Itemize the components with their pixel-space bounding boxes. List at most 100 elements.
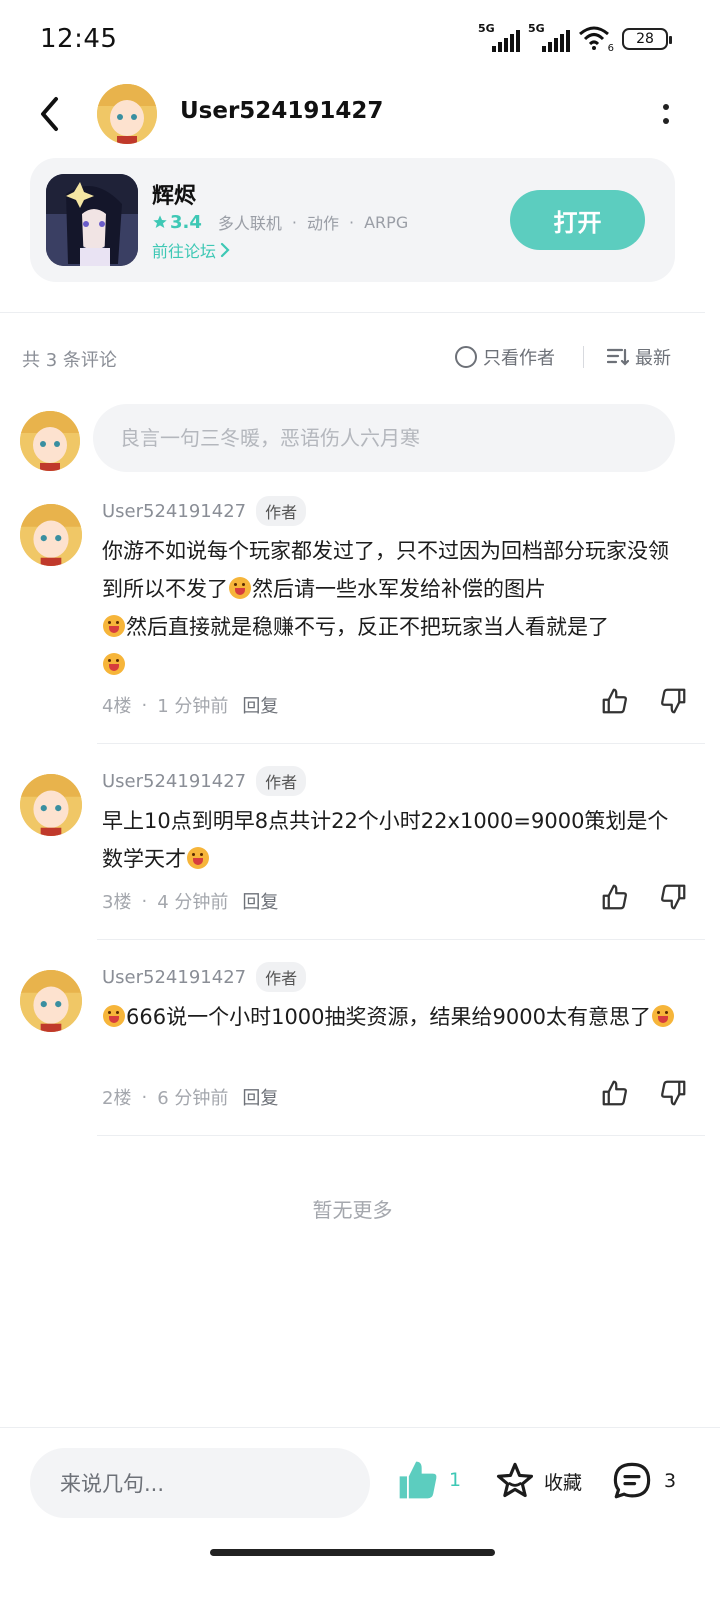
comment-username[interactable]: User524191427 [102,771,246,792]
thumbs-up-icon [602,688,627,714]
forum-link-label: 前往论坛 [152,242,217,261]
comment-time: 1 分钟前 [157,696,229,717]
avatar[interactable] [97,84,157,144]
favorite-label: 收藏 [544,1471,583,1494]
thumbs-up-button[interactable] [600,686,630,716]
sort-button[interactable]: 最新 [607,344,671,370]
profile-username[interactable]: User524191427 [180,98,383,124]
comment-time: 4 分钟前 [157,892,229,913]
avatar[interactable] [20,970,82,1032]
signal-icon: 5G [528,22,570,52]
laughing-emoji-icon [103,653,125,675]
comment-username[interactable]: User524191427 [102,501,246,522]
more-dot-icon [663,104,669,110]
comment-item: User524191427 作者 你游不如说每个玩家都发过了，只不过因为回档部分… [0,496,720,744]
thumbs-up-button[interactable] [600,1078,630,1108]
more-dot-icon [663,118,669,124]
avatar[interactable] [20,504,82,566]
thumbs-up-filled-icon [399,1461,437,1499]
game-meta: 3.4 多人联机 · 动作 · ARPG [152,210,408,234]
author-only-toggle[interactable]: 只看作者 [455,344,555,370]
thumbs-up-icon [602,1080,627,1106]
reply-button[interactable]: 回复 [242,1084,278,1110]
comment-footer: 4楼 · 1 分钟前 回复 [102,692,278,718]
game-tag: 动作 [307,214,340,233]
comment-count-total: 3 [664,1470,677,1492]
comment-item: User524191427 作者 早上10点到明早8点共计22个小时22x100… [0,766,720,940]
back-button[interactable] [30,92,70,136]
battery-indicator: 28 [622,28,672,50]
chevron-left-icon [41,97,58,131]
wifi-badge: 6 [607,43,614,54]
comment-input[interactable] [93,404,675,472]
comment-input-row [0,404,720,472]
floor-number: 4楼 [102,696,132,717]
sort-label: 最新 [635,348,671,369]
divider [0,312,705,313]
top-nav: User524191427 [0,80,720,148]
network-type-label: 5G [478,22,495,35]
status-bar: 12:45 5G 5G 6 28 [0,0,720,80]
game-tag: 多人联机 [217,214,282,233]
avatar[interactable] [20,774,82,836]
reply-button[interactable]: 回复 [242,888,278,914]
laughing-emoji-icon [187,847,209,869]
game-tag: ARPG [364,212,409,232]
comment-time: 6 分钟前 [157,1088,229,1109]
star-outline-icon [496,1462,534,1498]
bottom-bar: 来说几句... 1 收藏 3 [0,1427,720,1567]
comment-username[interactable]: User524191427 [102,967,246,988]
more-options-button[interactable] [656,94,676,134]
author-badge: 作者 [256,962,307,992]
comment-count: 共 3 条评论 [22,350,117,371]
rating-value: 3.4 [170,211,202,233]
comment-text: 早上10点到明早8点共计22个小时22x1000=9000策划是个数学天才 [102,809,669,871]
comment-actions [600,686,688,716]
wifi-icon: 6 [578,26,614,54]
signal-icon: 5G [478,22,520,52]
comment-footer: 2楼 · 6 分钟前 回复 [102,1084,278,1110]
thumbs-up-button[interactable] [600,882,630,912]
floor-number: 3楼 [102,892,132,913]
comment-item: User524191427 作者 666说一个小时1000抽奖资源，结果给900… [0,962,720,1136]
comment-filter-bar: 共 3 条评论 只看作者 最新 [0,340,720,376]
game-title: 辉烬 [152,184,197,209]
laughing-emoji-icon [103,1005,125,1027]
forum-link[interactable]: 前往论坛 [152,238,230,262]
comment-text: 666说一个小时1000抽奖资源，结果给9000太有意思了 [102,998,682,1036]
smiling-emoji-icon [103,615,125,637]
no-more-label: 暂无更多 [312,1198,393,1222]
comment-actions [600,1078,688,1108]
chevron-right-icon [220,242,230,258]
status-time: 12:45 [40,24,118,54]
status-icons: 5G 5G 6 28 [478,22,672,54]
reply-input[interactable]: 来说几句... [30,1448,370,1518]
home-indicator[interactable] [210,1549,495,1556]
laughing-emoji-icon [229,577,251,599]
comment-header: User524191427 作者 [102,766,307,796]
author-only-label: 只看作者 [483,348,555,369]
network-type-label: 5G [528,22,545,35]
laughing-emoji-icon [651,1005,674,1027]
star-icon [153,215,167,228]
favorite-button[interactable]: 收藏 [494,1460,582,1502]
game-icon [46,174,138,266]
author-badge: 作者 [256,766,307,796]
reply-button[interactable]: 回复 [242,692,278,718]
open-game-button[interactable]: 打开 [510,190,645,250]
game-card[interactable]: 辉烬 3.4 多人联机 · 动作 · ARPG 前往论坛 打开 [30,158,675,282]
like-button[interactable]: 1 [395,1458,461,1502]
thumbs-down-button[interactable] [658,882,688,912]
comment-header: User524191427 作者 [102,496,307,526]
thumbs-down-button[interactable] [658,1078,688,1108]
comment-footer: 3楼 · 4 分钟前 回复 [102,888,278,914]
thumbs-down-button[interactable] [658,686,688,716]
comment-text: 你游不如说每个玩家都发过了，只不过因为回档部分玩家没领到所以不发了 然后请一些水军… [102,532,682,684]
comments-button[interactable]: 3 [610,1460,676,1502]
divider [583,346,584,368]
thumbs-up-icon [602,884,627,910]
floor-number: 2楼 [102,1088,132,1109]
radio-circle-icon [455,346,477,368]
comment-bubble-icon [613,1462,651,1499]
sort-list-icon [607,348,629,366]
